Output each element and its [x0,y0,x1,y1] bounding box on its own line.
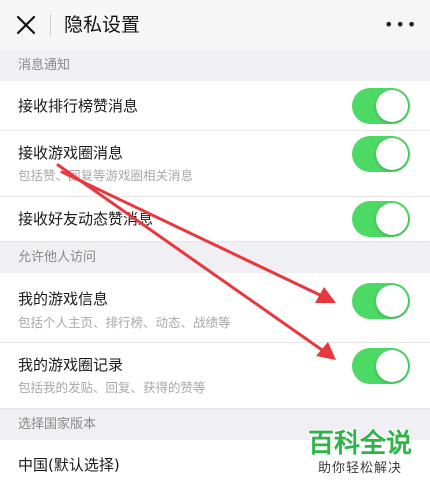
setting-row-my-game-info[interactable]: 我的游戏信息 包括个人主页、排行榜、动态、战绩等 [0,273,430,343]
setting-description: 包括我的发贴、回复、获得的赞等 [18,380,206,395]
setting-row-friend-activity-likes[interactable]: 接收好友动态赞消息 [0,197,430,242]
toggle-knob [376,203,408,235]
setting-label: 接收排行榜赞消息 [18,97,139,115]
title-divider [50,14,51,36]
toggle-knob [376,90,408,122]
page-title: 隐私设置 [64,14,141,36]
setting-row-leaderboard-likes[interactable]: 接收排行榜赞消息 [0,81,430,131]
close-button[interactable] [12,11,40,39]
toggle-friend-activity-likes[interactable] [352,201,410,237]
toggle-knob [376,285,408,317]
more-icon: ••• [384,15,419,34]
toggle-my-game-circle-records[interactable] [352,348,410,384]
setting-description: 包括个人主页、排行榜、动态、战绩等 [18,315,231,330]
watermark-subtitle: 助你轻松解决 [317,461,402,476]
section-header-notifications: 消息通知 [0,51,430,81]
setting-description: 包括赞、回复等游戏圈相关消息 [18,168,194,183]
close-icon [16,15,36,35]
watermark-title: 百科全说 [307,429,412,459]
setting-label: 我的游戏圈记录 [18,356,124,374]
setting-label: 我的游戏信息 [18,290,109,308]
toggle-leaderboard-likes[interactable] [352,88,410,124]
section-header-visitors: 允许他人访问 [0,243,430,273]
country-label: 中国(默认选择) [18,456,120,474]
toggle-knob [376,350,408,382]
setting-row-game-circle-messages[interactable]: 接收游戏圈消息 包括赞、回复等游戏圈相关消息 [0,131,430,197]
toggle-game-circle-messages[interactable] [352,136,410,172]
more-options-button[interactable]: ••• [384,14,416,36]
setting-label: 接收好友动态赞消息 [18,210,154,228]
toggle-knob [376,138,408,170]
setting-row-my-game-circle-records[interactable]: 我的游戏圈记录 包括我的发贴、回复、获得的赞等 [0,343,430,409]
title-bar: 隐私设置 ••• [0,0,430,50]
watermark: 百科全说 助你轻松解决 [300,428,420,478]
setting-label: 接收游戏圈消息 [18,144,124,162]
toggle-my-game-info[interactable] [352,283,410,319]
